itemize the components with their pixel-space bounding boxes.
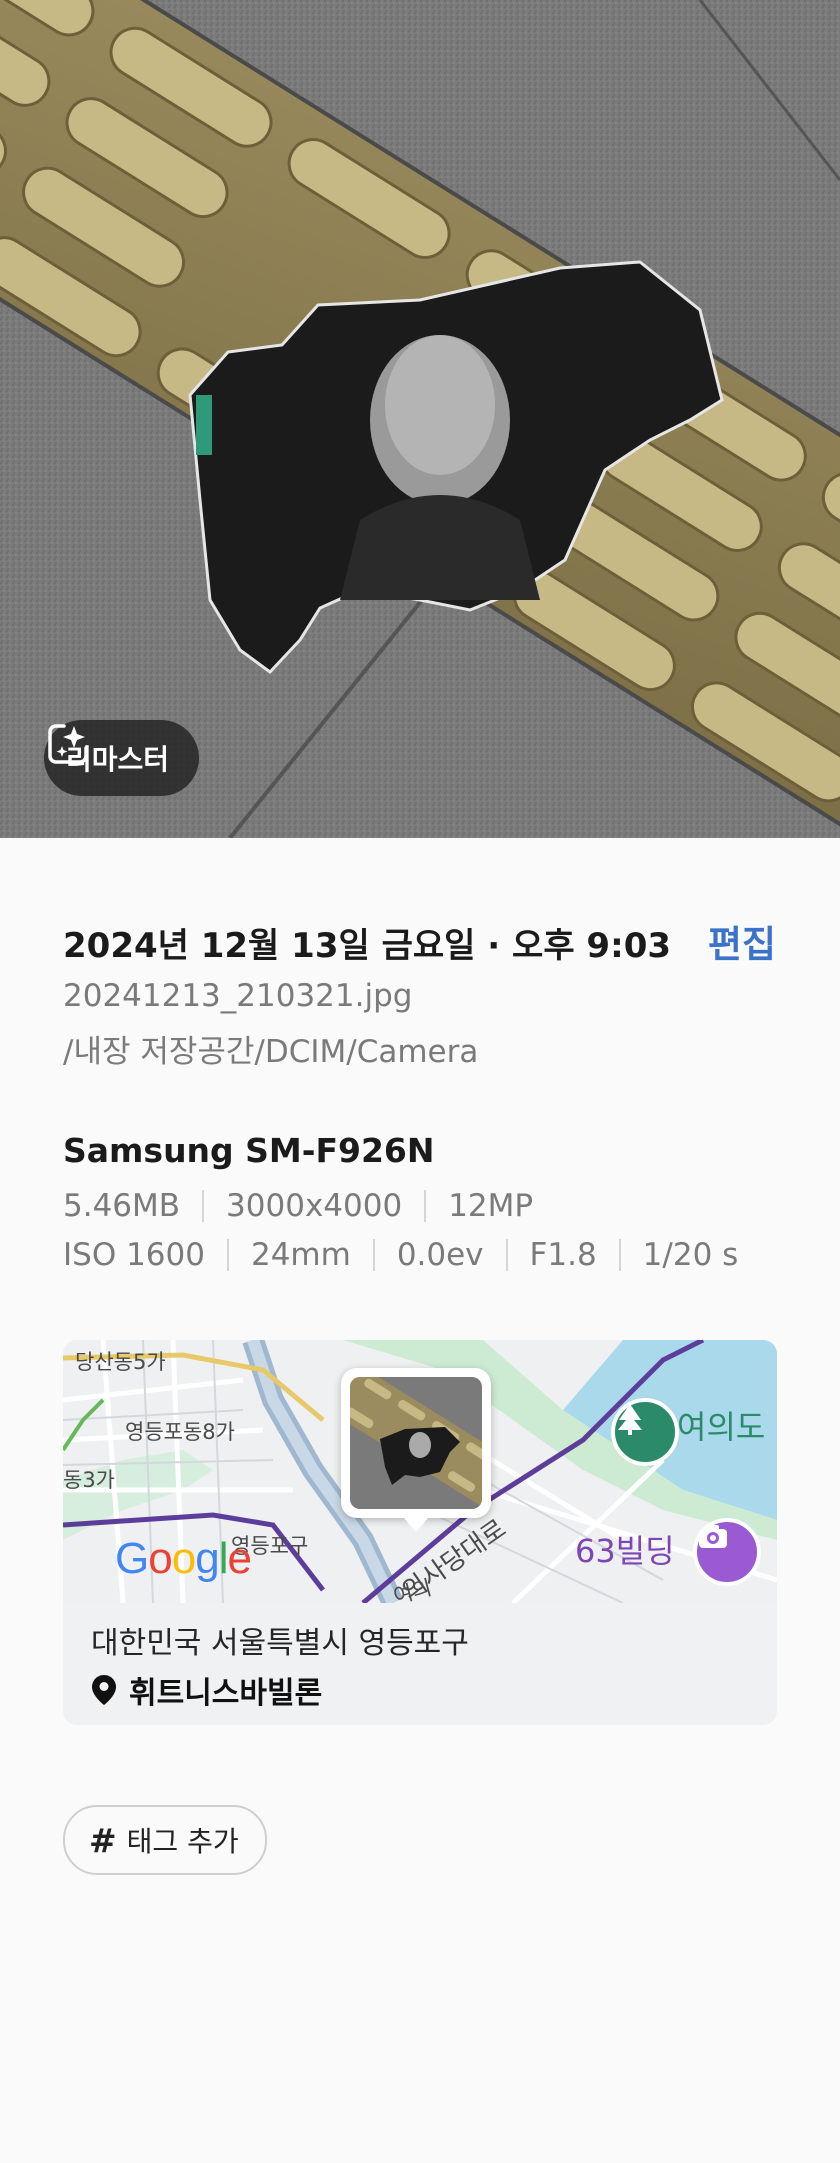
google-logo: Google xyxy=(115,1534,252,1583)
hashtag-icon: # xyxy=(89,1820,117,1860)
location-place[interactable]: 휘트니스바빌론 xyxy=(91,1668,322,1712)
location-pin-icon xyxy=(92,1675,116,1705)
sparkle-frame-icon xyxy=(48,724,88,764)
file-path: /내장 저장공간/DCIM/Camera xyxy=(63,1034,479,1070)
remaster-button[interactable]: 리마스터 xyxy=(44,720,200,796)
camera-specs: ISO 1600 24mm 0.0ev F1.8 1/20 s xyxy=(63,1239,760,1271)
location-map[interactable]: 당산동5가 영등포동8가 동3가 영등포구 의사당대로 여의 Google 여의… xyxy=(63,1340,777,1603)
exposure-value: 0.0ev xyxy=(372,1239,506,1271)
iso: ISO 1600 xyxy=(63,1237,205,1273)
aperture: F1.8 xyxy=(505,1239,619,1271)
photo-datetime: 2024년 12월 13일 금요일 · 오후 9:03 xyxy=(63,926,672,966)
resolution: 3000x4000 xyxy=(202,1190,424,1222)
camera-icon[interactable] xyxy=(693,1518,761,1586)
photo-viewer[interactable]: 리마스터 xyxy=(0,0,840,838)
location-card[interactable]: 당산동5가 영등포동8가 동3가 영등포구 의사당대로 여의 Google 여의… xyxy=(63,1340,777,1725)
poi-label-yeouido: 여의도 xyxy=(677,1408,766,1446)
map-label-dong3: 동3가 xyxy=(63,1468,116,1492)
tree-icon[interactable] xyxy=(611,1398,679,1466)
megapixels: 12MP xyxy=(424,1190,555,1222)
file-name: 20241213_210321.jpg xyxy=(63,978,413,1014)
file-size: 5.46MB xyxy=(63,1188,181,1224)
file-specs: 5.46MB 3000x4000 12MP xyxy=(63,1190,555,1222)
location-address: 대한민국 서울특별시 영등포구 xyxy=(91,1626,469,1661)
photo-location-marker[interactable] xyxy=(341,1368,491,1532)
photo-image xyxy=(0,0,840,838)
add-tag-label: 태그 추가 xyxy=(126,1825,239,1858)
poi-label-63building: 63빌딩 xyxy=(575,1532,675,1570)
device-model: Samsung SM-F926N xyxy=(63,1131,435,1170)
map-label-dangsan: 당산동5가 xyxy=(75,1350,166,1374)
place-name: 휘트니스바빌론 xyxy=(129,1676,323,1711)
add-tag-button[interactable]: # 태그 추가 xyxy=(63,1805,267,1875)
edit-button[interactable]: 편집 xyxy=(708,914,776,968)
shutter-speed: 1/20 s xyxy=(618,1239,761,1271)
focal-length: 24mm xyxy=(226,1239,373,1271)
map-label-yeongdeungpo8: 영등포동8가 xyxy=(125,1420,235,1444)
photo-thumbnail xyxy=(350,1377,482,1509)
